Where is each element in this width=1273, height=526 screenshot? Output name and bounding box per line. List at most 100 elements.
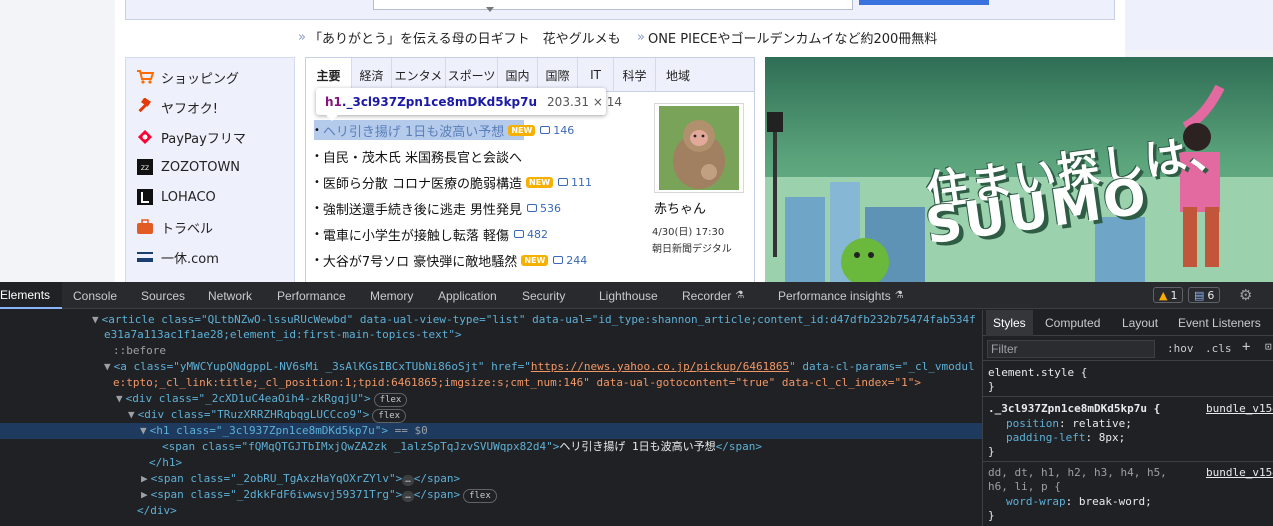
tab-styles[interactable]: Styles [986, 310, 1033, 336]
expand-triangle-icon[interactable]: ▼ [140, 424, 147, 437]
tab-performance[interactable]: Performance [277, 282, 346, 309]
tab-sports[interactable]: スポーツ [446, 58, 498, 92]
dom-node-span-2[interactable]: ▶ <span class="_2obRU_TgAxzHaYqOXrZYlv">…… [141, 471, 460, 487]
tab-economy[interactable]: 経済 [352, 58, 392, 92]
tab-sources[interactable]: Sources [141, 282, 185, 309]
styles-tab-bar: Styles Computed Layout Event Listeners [983, 310, 1273, 336]
dom-node-div-inner[interactable]: ▼ <div class="TRuzXRRZHRqbqgLUCCco9"> flex [128, 407, 407, 423]
cls-toggle[interactable]: .cls [1205, 342, 1232, 355]
service-item-paypay-flea[interactable]: PayPayフリマ [136, 127, 246, 147]
gear-icon[interactable]: ⚙ [1239, 286, 1252, 304]
suitcase-icon [136, 218, 154, 236]
pickup-caption[interactable]: 赤ちゃん [654, 198, 706, 217]
dom-node-anchor[interactable]: ▼ <a class="yMWCYupQNdgppL-NV6sMi _3sAlKG… [104, 359, 975, 375]
flex-badge[interactable]: flex [463, 489, 497, 503]
dom-node-span-title[interactable]: <span class="fQMqQTGJTbIMxjQwZA2zk _1alz… [162, 439, 762, 455]
expand-triangle-icon[interactable]: ▶ [141, 488, 148, 501]
collapsed-ellipsis[interactable]: … [402, 475, 414, 486]
flex-badge[interactable]: flex [373, 393, 408, 407]
paypay-icon [136, 128, 154, 146]
service-item-zozotown[interactable]: ZZ ZOZOTOWN [136, 157, 240, 177]
class-rule-selector[interactable]: ._3cl937Zpn1ce8mDKd5kp7u { [988, 402, 1160, 416]
search-input[interactable] [373, 0, 853, 10]
topic-item[interactable]: • 強制送還手続き後に逃走 男性発見 536 [314, 198, 561, 218]
element-style-rule[interactable]: element.style { [988, 366, 1087, 380]
comment-count[interactable]: 111 [558, 176, 592, 189]
tab-event-listeners[interactable]: Event Listeners [1178, 310, 1261, 336]
search-dropdown-caret-icon[interactable] [486, 7, 494, 12]
tab-recorder[interactable]: Recorder ⚗ [682, 282, 744, 309]
tab-memory[interactable]: Memory [370, 282, 413, 309]
tag-rule-selector[interactable]: dd, dt, h1, h2, h3, h4, h5, [988, 466, 1167, 480]
toggle-sidebar-icon[interactable]: ⊡ [1265, 340, 1272, 353]
ad-banner[interactable]: 住まい探しは、 SUUMO [765, 57, 1273, 282]
pickup-date: 4/30(日) 17:30 [652, 227, 725, 238]
promo-link-mothers-day[interactable]: » 「ありがとう」を伝える母の日ギフト 花やグルメも [298, 28, 621, 47]
zozo-icon: ZZ [136, 158, 154, 176]
flask-icon: ⚗ [894, 290, 904, 301]
dom-node-before[interactable]: ::before [113, 343, 166, 359]
css-declaration[interactable]: position: relative; [1006, 417, 1132, 431]
tab-it[interactable]: IT [578, 58, 614, 92]
stylesheet-link[interactable]: bundle_v154 [1206, 402, 1273, 416]
pickup-thumbnail[interactable] [654, 103, 744, 193]
tab-application[interactable]: Application [438, 282, 497, 309]
promo-text: ONE PIECEやゴールデンカムイなど約200冊無料 [647, 31, 938, 47]
comment-count[interactable]: 536 [527, 202, 561, 215]
dom-node-div[interactable]: ▼ <div class="_2cXD1uC4eaOih4-zkRgqjU"> fl… [116, 391, 408, 407]
flex-badge[interactable]: flex [372, 409, 407, 423]
expand-triangle-icon[interactable]: ▼ [116, 392, 123, 405]
tab-layout[interactable]: Layout [1122, 310, 1158, 336]
topic-item[interactable]: • ヘリ引き揚げ 1日も波高い予想 NEW 146 [314, 120, 574, 140]
tab-lighthouse[interactable]: Lighthouse [599, 282, 658, 309]
service-item-lohaco[interactable]: LOHACO [136, 187, 216, 207]
comment-count[interactable]: 482 [514, 228, 548, 241]
dom-node-span-3[interactable]: ▶ <span class="_2dkkFdF6iwwsvj59371Trg">…… [141, 487, 497, 503]
warnings-badge[interactable]: ▲ 1 [1153, 287, 1184, 303]
tab-network[interactable]: Network [208, 282, 252, 309]
search-button[interactable] [859, 0, 989, 5]
css-declaration[interactable]: word-wrap: break-word; [1006, 495, 1152, 509]
topic-item[interactable]: • 大谷が7号ソロ 豪快弾に敵地騒然 NEW 244 [314, 250, 587, 270]
expand-triangle-icon[interactable]: ▼ [92, 313, 99, 326]
tab-performance-insights[interactable]: Performance insights ⚗ [778, 282, 904, 309]
comment-count[interactable]: 146 [540, 124, 574, 137]
promo-link-manga[interactable]: » ONE PIECEやゴールデンカムイなど約200冊無料 [637, 28, 938, 47]
service-item-shopping[interactable]: ショッピング [136, 67, 239, 87]
tab-console[interactable]: Console [73, 282, 117, 309]
expand-triangle-icon[interactable]: ▼ [104, 360, 111, 373]
dom-node-h1-selected[interactable]: ▼ <h1 class="_3cl937Zpn1ce8mDKd5kp7u"> ==… [0, 423, 982, 439]
comment-icon [540, 126, 551, 134]
dom-href-link[interactable]: https://news.yahoo.co.jp/pickup/6461865 [531, 360, 789, 373]
tab-international[interactable]: 国際 [538, 58, 578, 92]
topic-item[interactable]: • 医師ら分散 コロナ医療の脆弱構造 NEW 111 [314, 172, 592, 192]
tab-region[interactable]: 地域 [656, 58, 700, 92]
tab-security[interactable]: Security [522, 282, 565, 309]
tab-computed[interactable]: Computed [1045, 310, 1100, 336]
topic-item[interactable]: • 電車に小学生が接触し転落 軽傷 482 [314, 224, 548, 244]
tab-domestic[interactable]: 国内 [498, 58, 538, 92]
expand-triangle-icon[interactable]: ▶ [141, 472, 148, 485]
styles-filter-input[interactable]: Filter [987, 340, 1155, 358]
ikyu-icon [136, 248, 154, 266]
tab-science[interactable]: 科学 [614, 58, 656, 92]
yahoo-page: » 「ありがとう」を伝える母の日ギフト 花やグルメも » ONE PIECEやゴ… [0, 0, 1273, 282]
elements-tree[interactable]: ▼ <article class="QLtbNZwO-lssuRUcWewbd" … [0, 310, 982, 526]
dom-node-article[interactable]: ▼ <article class="QLtbNZwO-lssuRUcWewbd" … [92, 312, 976, 328]
service-item-auction[interactable]: ヤフオク! [136, 97, 218, 117]
dom-node-anchor-cont: e:tpto;_cl_link:title;_cl_position:1;tpi… [113, 376, 921, 389]
hov-toggle[interactable]: :hov [1167, 342, 1194, 355]
service-item-ikyu[interactable]: 一休.com [136, 247, 219, 267]
topic-item[interactable]: • 自民・茂木氏 米国務長官と会談へ [314, 146, 522, 166]
expand-triangle-icon[interactable]: ▼ [128, 408, 135, 421]
comment-count[interactable]: 244 [553, 254, 587, 267]
stylesheet-link[interactable]: bundle_v154 [1206, 466, 1273, 480]
css-declaration[interactable]: padding-left: 8px; [1006, 431, 1125, 445]
add-rule-icon[interactable]: + [1242, 339, 1250, 355]
tab-elements[interactable]: Elements [0, 282, 62, 309]
messages-badge[interactable]: ▤ 6 [1188, 287, 1221, 303]
tab-entertainment[interactable]: エンタメ [392, 58, 446, 92]
collapsed-ellipsis[interactable]: … [402, 491, 414, 502]
service-item-travel[interactable]: トラベル [136, 217, 213, 237]
new-badge: NEW [521, 254, 549, 266]
